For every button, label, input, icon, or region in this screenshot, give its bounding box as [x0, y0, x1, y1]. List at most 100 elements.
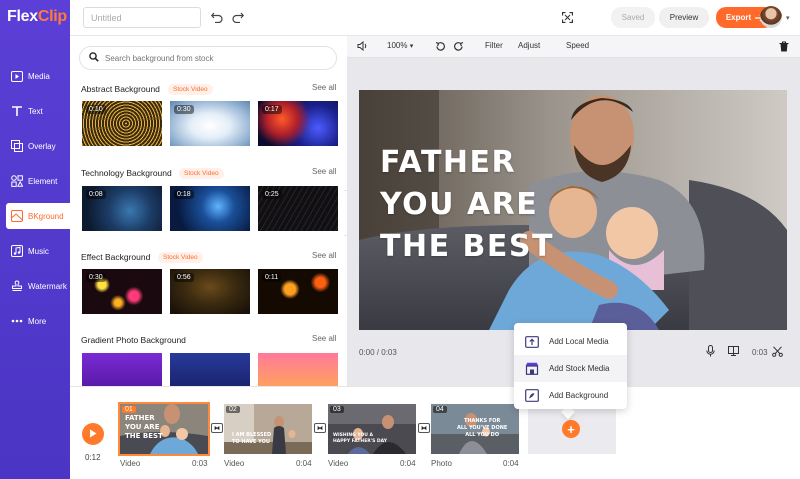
add-clip-button[interactable]: + — [562, 420, 580, 438]
thumbnail-gradient-2[interactable] — [170, 353, 250, 386]
project-title-input[interactable] — [83, 7, 201, 28]
rotate-right-icon[interactable] — [453, 41, 464, 54]
clip-4-duration: 0:04 — [503, 459, 519, 468]
user-avatar[interactable] — [760, 6, 782, 28]
speed-button[interactable]: Speed — [566, 41, 589, 50]
chevron-down-icon[interactable]: ▾ — [786, 14, 790, 22]
see-all-link-technology[interactable]: See all — [312, 167, 336, 176]
clip-2-type: Video — [224, 459, 245, 468]
volume-icon[interactable] — [357, 40, 368, 53]
total-duration: 0:12 — [85, 453, 101, 462]
background-fill-icon — [524, 388, 539, 403]
top-bar: Saved Preview Export ▾ — [70, 0, 800, 36]
clip-2-duration: 0:04 — [296, 459, 312, 468]
watermark-icon — [10, 280, 23, 293]
stage-toolbar: 100% ▾ Filter Adjust Speed — [347, 36, 800, 58]
thumbnail-abstract-3[interactable]: 0:17 — [258, 101, 338, 146]
thumbnail-gradient-1[interactable] — [82, 353, 162, 386]
sidebar-item-bkground[interactable]: BKground — [6, 203, 70, 229]
video-canvas[interactable]: FATHER YOU ARE THE BEST — [359, 90, 787, 330]
play-button[interactable] — [82, 423, 104, 445]
thumbnail-technology-1[interactable]: 0:08 — [82, 186, 162, 231]
play-icon — [89, 427, 97, 441]
thumbnail-technology-3[interactable]: 0:25 — [258, 186, 338, 231]
clip-4-type: Photo — [431, 459, 452, 468]
see-all-link-abstract[interactable]: See all — [312, 83, 336, 92]
subtitle-icon[interactable] — [726, 344, 740, 358]
zoom-select[interactable]: 100% ▾ — [387, 41, 413, 50]
filter-button[interactable]: Filter — [485, 41, 503, 50]
clip-3-caption: WISHING YOU A HAPPY FATHER'S DAY — [333, 433, 387, 444]
stock-video-badge: Stock Video — [158, 252, 203, 263]
saved-status-button: Saved — [611, 7, 655, 28]
thumbnail-abstract-1[interactable]: 0:10 — [82, 101, 162, 146]
thumbnail-gradient-3[interactable] — [258, 353, 338, 386]
sidebar-item-text[interactable]: Text — [0, 98, 70, 124]
add-stock-media-item[interactable]: Add Stock Media — [514, 355, 627, 382]
add-local-media-item[interactable]: Add Local Media — [514, 328, 627, 355]
redo-icon[interactable] — [230, 9, 246, 25]
trash-icon[interactable] — [779, 41, 789, 54]
stock-video-badge: Stock Video — [168, 84, 213, 95]
transition-button-2[interactable]: ⧓ — [314, 423, 326, 433]
clip-3-duration: 0:04 — [400, 459, 416, 468]
section-title-effect: Effect Background — [81, 252, 151, 262]
transition-icon: ⧓ — [317, 425, 323, 432]
clip-1-duration: 0:03 — [192, 459, 208, 468]
overlay-caption-text[interactable]: FATHER YOU ARE THE BEST — [380, 142, 554, 268]
thumbnail-effect-3[interactable]: 0:11 — [258, 269, 338, 314]
sidebar-item-overlay[interactable]: Overlay — [0, 133, 70, 159]
left-sidebar: FlexClip Media Text Overlay Element BKgr… — [0, 0, 70, 479]
background-library-panel: Abstract Background Stock Video See all … — [70, 36, 347, 386]
fullscreen-icon[interactable] — [559, 9, 575, 25]
overlay-icon — [10, 140, 23, 153]
section-title-gradient: Gradient Photo Background — [81, 335, 186, 345]
timeline-clip-3[interactable]: 03 WISHING YOU A HAPPY FATHER'S DAY — [328, 404, 416, 454]
add-background-item[interactable]: Add Background — [514, 382, 627, 409]
search-icon — [89, 51, 99, 65]
sidebar-item-media[interactable]: Media — [0, 63, 70, 89]
microphone-icon[interactable] — [703, 344, 717, 358]
transition-button-1[interactable]: ⧓ — [211, 423, 223, 433]
thumbnail-technology-2[interactable]: 0:18 — [170, 186, 250, 231]
transition-icon: ⧓ — [214, 425, 220, 432]
media-icon — [10, 70, 23, 83]
clip-4-caption: THANKS FOR ALL YOU'VE DONE ALL YOU DO — [457, 418, 508, 438]
preview-button[interactable]: Preview — [659, 7, 709, 28]
transition-button-3[interactable]: ⧓ — [418, 423, 430, 433]
sidebar-item-element[interactable]: Element — [0, 168, 70, 194]
see-all-link-effect[interactable]: See all — [312, 251, 336, 260]
stock-video-badge: Stock Video — [179, 168, 224, 179]
sidebar-item-watermark[interactable]: Watermark — [0, 273, 70, 299]
upload-media-icon — [524, 334, 539, 349]
more-icon — [10, 315, 23, 328]
timeline-clip-4[interactable]: 04 THANKS FOR ALL YOU'VE DONE ALL YOU DO — [431, 404, 519, 454]
timeline-clip-1[interactable]: 01 FATHER YOU ARE THE BEST — [118, 402, 210, 456]
stock-store-icon — [524, 361, 539, 376]
flexclip-logo[interactable]: FlexClip — [7, 8, 67, 26]
text-icon — [10, 105, 23, 118]
transition-icon: ⧓ — [421, 425, 427, 432]
clip-2-caption: I AM BLESSED TO HAVE YOU — [232, 432, 272, 445]
thumbnail-effect-2[interactable]: 0:56 — [170, 269, 250, 314]
timeline-clip-2[interactable]: 02 I AM BLESSED TO HAVE YOU — [224, 404, 312, 454]
adjust-button[interactable]: Adjust — [518, 41, 540, 50]
clip-3-type: Video — [328, 459, 349, 468]
scissors-icon[interactable] — [770, 344, 784, 358]
thumbnail-abstract-2[interactable]: 0:30 — [170, 101, 250, 146]
undo-icon[interactable] — [209, 9, 225, 25]
add-media-menu: Add Local Media Add Stock Media Add Back… — [514, 323, 627, 409]
search-box[interactable] — [79, 46, 337, 70]
see-all-link-gradient[interactable]: See all — [312, 334, 336, 343]
sidebar-item-more[interactable]: More — [0, 308, 70, 334]
search-input[interactable] — [105, 53, 325, 63]
sidebar-item-music[interactable]: Music — [0, 238, 70, 264]
thumbnail-effect-1[interactable]: 0:30 — [82, 269, 162, 314]
background-icon — [10, 210, 23, 223]
section-title-technology: Technology Background — [81, 168, 172, 178]
rotate-left-icon[interactable] — [435, 41, 446, 54]
clip-1-caption: FATHER YOU ARE THE BEST — [125, 414, 163, 440]
element-icon — [10, 175, 23, 188]
music-icon — [10, 245, 23, 258]
timeline: 0:12 01 FATHER YOU ARE THE BEST Video 0:… — [70, 386, 800, 479]
